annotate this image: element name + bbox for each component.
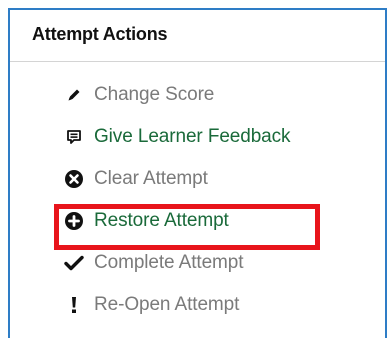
- panel-header: Attempt Actions: [10, 10, 385, 62]
- change-score-action[interactable]: Change Score: [64, 78, 214, 112]
- comment-icon: [64, 127, 84, 147]
- re-open-attempt-label: Re-Open Attempt: [94, 294, 240, 315]
- complete-attempt-label: Complete Attempt: [94, 252, 244, 273]
- re-open-attempt-action[interactable]: Re-Open Attempt: [64, 288, 239, 322]
- attempt-actions-panel: Attempt Actions Change Score Give Learne…: [8, 8, 387, 338]
- checkmark-icon: [64, 253, 84, 273]
- panel-title: Attempt Actions: [32, 24, 168, 44]
- remove-circle-icon: [64, 169, 84, 189]
- give-learner-feedback-label: Give Learner Feedback: [94, 126, 291, 147]
- give-learner-feedback-action[interactable]: Give Learner Feedback: [64, 120, 291, 154]
- clear-attempt-action[interactable]: Clear Attempt: [64, 162, 208, 196]
- clear-attempt-label: Clear Attempt: [94, 168, 208, 189]
- change-score-label: Change Score: [94, 84, 215, 105]
- complete-attempt-action[interactable]: Complete Attempt: [64, 246, 244, 280]
- pencil-icon: [64, 85, 84, 105]
- exclamation-icon: [64, 295, 84, 315]
- restore-attempt-highlight: [54, 204, 320, 250]
